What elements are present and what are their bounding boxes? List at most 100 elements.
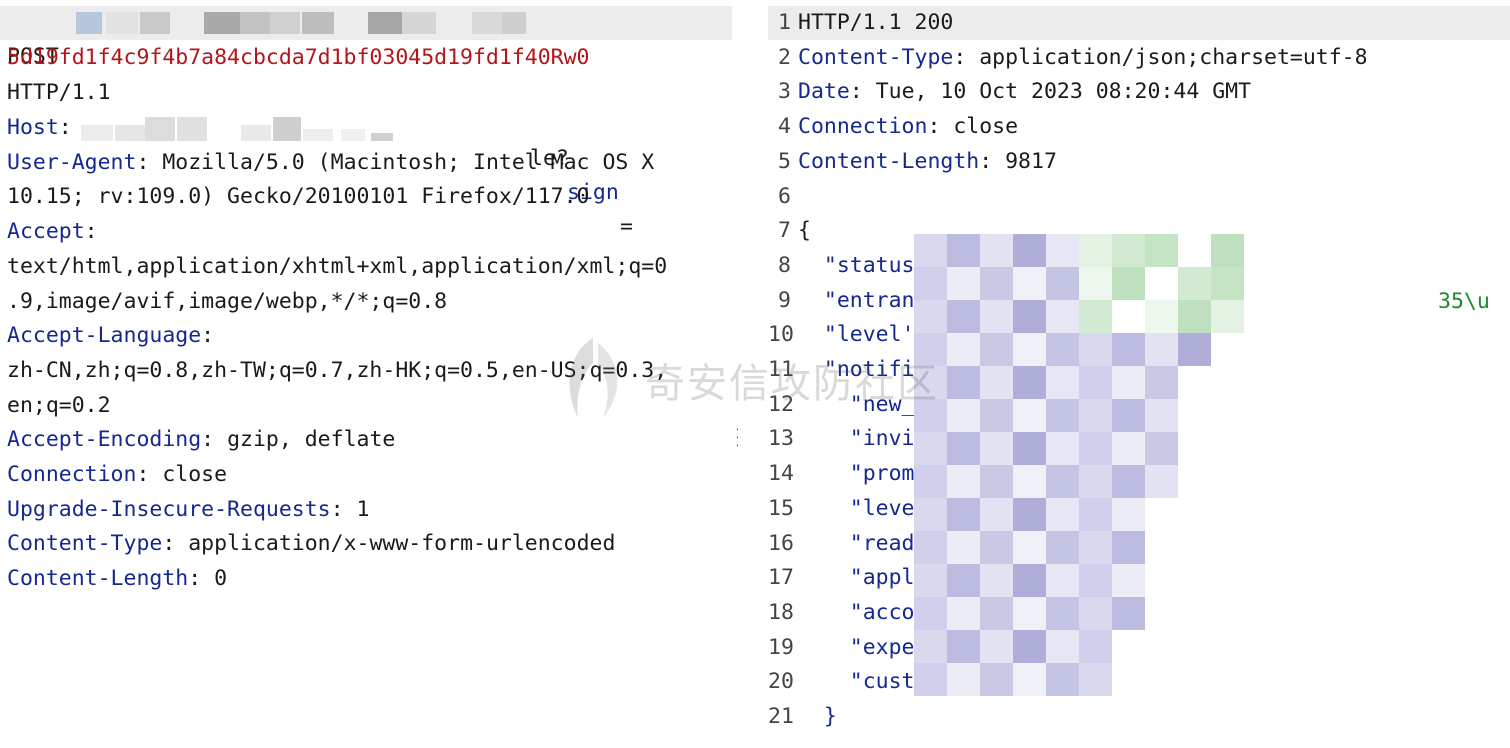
code-text: "level' xyxy=(798,318,915,352)
line-number: 6 xyxy=(778,183,791,209)
code-text: Content-Length: 9817 xyxy=(798,145,1057,179)
line-number: 13 xyxy=(768,426,794,452)
header-value: gzip, deflate xyxy=(214,427,396,453)
response-pane[interactable]: 1 HTTP/1.1 200 2 Content-Type: application/… xyxy=(768,0,1510,748)
header-key: Accept xyxy=(7,219,85,245)
request-header-line: Content-Length: 0 xyxy=(7,562,227,596)
code-text: "prom xyxy=(798,457,915,491)
line-value: 9817 xyxy=(992,148,1057,174)
response-line: 3 Date: Tue, 10 Oct 2023 08:20:44 GMT xyxy=(768,75,1510,109)
header-key: Accept-Language xyxy=(7,323,202,349)
response-line: 1 HTTP/1.1 200 xyxy=(768,6,1510,40)
line-number: 21 xyxy=(768,704,794,729)
request-line: POST le? sign = xyxy=(0,6,732,239)
header-value: text/html,application/xhtml+xml,applicat… xyxy=(7,253,668,279)
line-key: "read xyxy=(798,530,915,556)
header-key: Host xyxy=(7,115,59,140)
header-key: User-Agent xyxy=(7,149,137,175)
header-key: Accept-Encoding xyxy=(7,427,202,453)
line-number: 14 xyxy=(768,461,794,487)
line-key: "appl xyxy=(798,565,915,591)
line-key: "entran xyxy=(798,287,915,313)
code-text: Connection: close xyxy=(798,110,1018,144)
header-separator: : xyxy=(162,531,176,557)
code-text: "expe xyxy=(798,631,915,665)
header-value: 1 xyxy=(343,496,370,522)
line-number: 12 xyxy=(768,391,794,417)
line-value: Tue, 10 Oct 2023 08:20:44 GMT xyxy=(862,79,1252,105)
line-key: Content-Length xyxy=(798,148,980,174)
line-number: 2 xyxy=(778,44,791,70)
request-header-line: Accept: xyxy=(7,215,98,249)
line-key: Connection xyxy=(798,114,928,140)
line-separator: : xyxy=(927,114,941,140)
request-header-line: 10.15; rv:109.0) Gecko/20100101 Firefox/… xyxy=(7,180,589,214)
line-separator: : xyxy=(953,44,967,70)
request-header-line: Content-Type: application/x-www-form-url… xyxy=(7,527,615,561)
line-key: "level' xyxy=(798,322,915,348)
header-value: Mozilla/5.0 (Macintosh; Intel Mac OS X xyxy=(149,149,655,175)
code-text: "status xyxy=(798,249,915,283)
header-key: Content-Length xyxy=(7,566,189,592)
redacted-host xyxy=(81,115,401,141)
line-number: 11 xyxy=(768,357,794,382)
line-value: close xyxy=(940,114,1019,140)
line-value: application/json;charset=utf-8 xyxy=(966,44,1368,70)
response-line: 5 Content-Length: 9817 xyxy=(768,145,1510,179)
line-separator: : xyxy=(979,148,993,174)
code-text: Content-Type: application/json;charset=u… xyxy=(798,41,1368,75)
sign-value: 5d19fd1f4c9f4b7a84cbcda7d1bf03045d19fd1f… xyxy=(7,45,590,70)
redacted-json-body xyxy=(914,234,1510,704)
code-text: "appl xyxy=(798,561,915,595)
line-key: "new_ xyxy=(798,391,915,417)
line-key: "invi xyxy=(798,426,915,452)
code-text: "entran xyxy=(798,284,915,318)
response-line: 4 Connection: close xyxy=(768,110,1510,144)
header-value: zh-CN,zh;q=0.8,zh-TW;q=0.7,zh-HK;q=0.5,e… xyxy=(7,357,668,383)
visible-fragment: 35\u xyxy=(1438,289,1490,314)
code-text: "notifi xyxy=(798,353,915,387)
code-text: } xyxy=(798,700,837,734)
header-separator: : xyxy=(188,566,202,592)
header-value: close xyxy=(149,462,228,487)
header-value: application/x-www-form-urlencoded xyxy=(175,531,616,557)
header-value: 0 xyxy=(201,566,228,592)
request-header-line: Accept-Encoding: gzip, deflate xyxy=(7,423,395,457)
code-text: "acco xyxy=(798,596,915,630)
pane-resize-handle[interactable]: ··· xyxy=(733,422,738,454)
header-value: 10.15; rv:109.0) Gecko/20100101 Firefox/… xyxy=(7,184,590,210)
line-key: "notifi xyxy=(798,357,915,382)
response-line: 6 xyxy=(768,180,1510,214)
header-separator: : xyxy=(201,323,215,349)
request-header-line: zh-CN,zh;q=0.8,zh-TW;q=0.7,zh-HK;q=0.5,e… xyxy=(7,354,667,388)
request-pane[interactable]: POST le? sign = 5d19fd1f4c9f4b7a84cbcda7… xyxy=(0,0,738,748)
request-header-line: Accept-Language: xyxy=(7,319,214,353)
request-header-line: en;q=0.2 xyxy=(7,389,111,423)
code-text: "leve xyxy=(798,492,915,526)
line-key: "status xyxy=(798,252,915,278)
line-number: 4 xyxy=(778,114,791,140)
line-key: } xyxy=(798,704,837,729)
code-text: "new_ xyxy=(798,388,915,422)
line-number: 3 xyxy=(778,79,791,105)
line-key: "cust xyxy=(798,669,915,695)
request-header-line: User-Agent: Mozilla/5.0 (Macintosh; Inte… xyxy=(7,146,654,180)
protocol: HTTP/1.1 xyxy=(7,80,111,105)
header-key: Connection xyxy=(7,462,137,487)
line-number: 1 xyxy=(778,10,791,35)
line-key: "expe xyxy=(798,634,915,660)
header-key: Upgrade-Insecure-Requests xyxy=(7,496,331,522)
line-number: 19 xyxy=(768,634,794,660)
code-text: HTTP/1.1 200 xyxy=(798,6,953,40)
response-line: 2 Content-Type: application/json;charset=… xyxy=(768,41,1510,75)
line-value: { xyxy=(798,218,811,244)
line-separator: : xyxy=(849,79,863,105)
code-text: Date: Tue, 10 Oct 2023 08:20:44 GMT xyxy=(798,75,1251,109)
code-text: "read xyxy=(798,527,915,561)
redacted-url xyxy=(76,10,526,36)
request-header-line: Host: xyxy=(7,111,393,145)
request-header-line: text/html,application/xhtml+xml,applicat… xyxy=(7,250,667,284)
header-separator: : xyxy=(84,219,98,245)
code-text: { xyxy=(798,214,811,248)
request-header-line: Upgrade-Insecure-Requests: 1 xyxy=(7,493,369,527)
